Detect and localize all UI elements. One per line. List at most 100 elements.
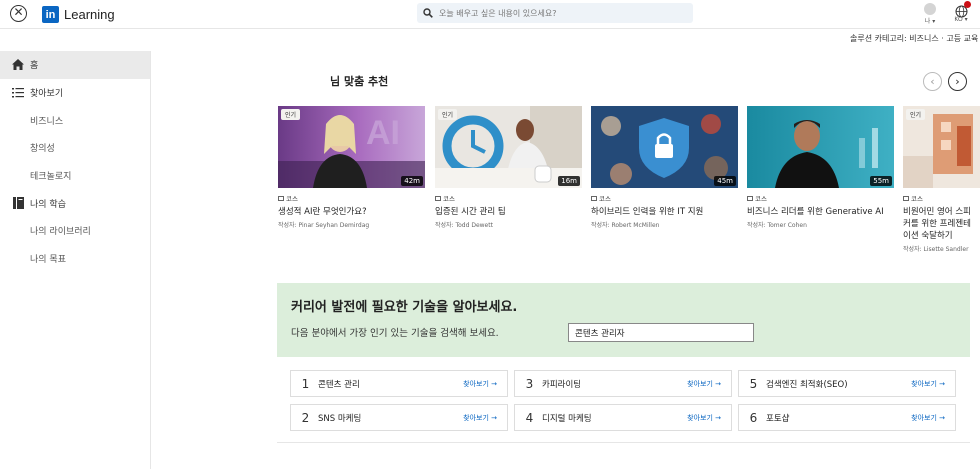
skill-item[interactable]: 2 SNS 마케팅 찾아보기 → — [290, 404, 508, 431]
duration-badge: 42m — [401, 176, 423, 186]
course-title: 하이브리드 인력을 위한 IT 지원 — [591, 207, 704, 217]
course-thumbnail: 인기 — [903, 106, 980, 188]
explore-link[interactable]: 찾아보기 → — [463, 413, 507, 423]
brand-name: Learning — [64, 7, 115, 22]
notification-badge — [963, 1, 971, 8]
course-card[interactable]: AI 인기 42m 코스 생성적 AI란 무엇인가요? 작성자: Pinar S… — [278, 106, 425, 229]
me-menu[interactable]: 나 ▾ — [915, 3, 945, 25]
skill-rank: 5 — [749, 376, 758, 391]
course-title: 입증된 시간 관리 팁 — [435, 207, 506, 217]
skill-name: 디지털 마케팅 — [542, 413, 592, 424]
skill-name: 포토샵 — [766, 413, 790, 424]
course-thumbnail: 인기 16m — [435, 106, 582, 188]
sidebar-item-creativity[interactable]: 창의성 — [0, 134, 150, 162]
carousel-prev-button[interactable]: ‹ — [923, 72, 942, 91]
duration-badge: 45m — [714, 176, 736, 186]
home-icon — [12, 59, 24, 71]
course-type: 코스 — [599, 195, 611, 203]
explore-link[interactable]: 찾아보기 → — [687, 379, 731, 389]
sidebar-item-label: 찾아보기 — [30, 89, 64, 100]
course-card[interactable]: 45m 코스 하이브리드 인력을 위한 IT 지원 작성자: Robert Mc… — [591, 106, 738, 229]
sidebar-item-label: 테크놀로지 — [30, 172, 72, 183]
course-icon — [435, 195, 441, 201]
explore-link[interactable]: 찾아보기 → — [687, 413, 731, 423]
close-icon: ✕ — [13, 5, 24, 19]
sidebar-item-label: 나의 라이브러리 — [30, 227, 91, 238]
course-card[interactable]: 인기 16m 코스 입증된 시간 관리 팁 작성자: Todd Dewett — [435, 106, 582, 229]
sidebar-item-my-learning[interactable]: 나의 학습 — [0, 189, 150, 217]
skill-rank: 6 — [749, 410, 758, 425]
sidebar-item-label: 비즈니스 — [30, 116, 64, 127]
popular-badge: 인기 — [906, 109, 926, 120]
chevron-right-icon: › — [955, 75, 960, 88]
popular-badge: 인기 — [438, 109, 458, 120]
course-thumbnail: AI 인기 42m — [278, 106, 425, 188]
skill-rank: 2 — [301, 410, 310, 425]
explore-link[interactable]: 찾아보기 → — [911, 413, 955, 423]
section-title: 님 맞춤 추천 — [330, 75, 389, 88]
carousel-next-button[interactable]: › — [948, 72, 967, 91]
sidebar: 홈 찾아보기 비즈니스 창의성 테크놀로지 나의 학습 나의 라이브러리 나의 … — [0, 51, 151, 469]
course-icon — [747, 195, 753, 201]
skill-name: 콘텐츠 관리 — [318, 379, 360, 390]
course-card[interactable]: 인기 코스 비원어민 영어 스피커를 위한 프레젠테이션 숙달하기 작성자: L… — [903, 106, 980, 253]
brand-logo[interactable]: in Learning — [42, 6, 115, 23]
category-ticker: 솔루션 카테고리: 비즈니스 · 고등 교육 — [850, 34, 979, 43]
sidebar-item-goals[interactable]: 나의 목표 — [0, 245, 150, 273]
skill-item[interactable]: 6 포토샵 찾아보기 → — [738, 404, 956, 431]
course-card[interactable]: 55m 코스 비즈니스 리더를 위한 Generative AI 작성자: To… — [747, 106, 894, 229]
me-label: 나 — [924, 18, 931, 25]
explore-link[interactable]: 찾아보기 → — [911, 379, 955, 389]
duration-badge: 55m — [870, 176, 892, 186]
skills-prompt: 다음 분야에서 가장 인기 있는 기술을 검색해 보세요. — [291, 328, 499, 339]
course-icon — [591, 195, 597, 201]
course-author: 작성자: Lisette Sandler — [903, 246, 969, 253]
skill-item[interactable]: 3 카피라이팅 찾아보기 → — [514, 370, 732, 397]
skill-item[interactable]: 5 검색엔진 최적화(SEO) 찾아보기 → — [738, 370, 956, 397]
course-type: 코스 — [755, 195, 767, 203]
sidebar-item-library[interactable]: 나의 라이브러리 — [0, 217, 150, 245]
skill-search-input[interactable] — [568, 323, 754, 342]
course-title: 비원어민 영어 스피커를 위한 프레젠테이션 숙달하기 — [903, 207, 971, 241]
skill-rank: 4 — [525, 410, 534, 425]
sidebar-item-label: 창의성 — [30, 144, 55, 155]
chevron-left-icon: ‹ — [930, 75, 935, 88]
skill-item[interactable]: 1 콘텐츠 관리 찾아보기 → — [290, 370, 508, 397]
search-input[interactable] — [439, 8, 679, 18]
explore-link[interactable]: 찾아보기 → — [463, 379, 507, 389]
skill-name: SNS 마케팅 — [318, 413, 362, 424]
skill-rank: 1 — [301, 376, 310, 391]
close-button[interactable]: ✕ — [10, 5, 27, 22]
course-author: 작성자: Pinar Seyhan Demirdag — [278, 222, 370, 229]
course-icon — [903, 195, 909, 201]
sidebar-item-browse[interactable]: 찾아보기 — [0, 79, 150, 107]
course-thumbnail: 55m — [747, 106, 894, 188]
language-menu[interactable]: KO ▾ — [948, 1, 974, 23]
course-icon — [278, 195, 284, 201]
svg-text:AI: AI — [366, 114, 400, 152]
globe-icon — [955, 1, 971, 18]
skill-name: 검색엔진 최적화(SEO) — [766, 379, 848, 390]
avatar — [924, 3, 936, 15]
divider — [277, 442, 970, 443]
course-title: 생성적 AI란 무엇인가요? — [278, 207, 367, 217]
course-type: 코스 — [911, 195, 923, 203]
search-bar[interactable] — [417, 3, 693, 23]
course-type: 코스 — [286, 195, 298, 203]
sidebar-item-business[interactable]: 비즈니스 — [0, 106, 150, 134]
sidebar-item-technology[interactable]: 테크놀로지 — [0, 162, 150, 190]
sidebar-item-home[interactable]: 홈 — [0, 51, 150, 79]
skill-rank: 3 — [525, 376, 534, 391]
course-author: 작성자: Todd Dewett — [435, 222, 493, 229]
book-icon — [12, 197, 24, 210]
sidebar-item-label: 나의 학습 — [30, 199, 66, 210]
sidebar-item-label: 홈 — [30, 61, 39, 72]
course-author: 작성자: Robert McMillen — [591, 222, 660, 229]
skills-panel: 커리어 발전에 필요한 기술을 알아보세요. 다음 분야에서 가장 인기 있는 … — [277, 283, 970, 357]
popular-badge: 인기 — [281, 109, 301, 120]
top-bar: ✕ in Learning 나 ▾ KO ▾ — [0, 0, 980, 29]
skill-item[interactable]: 4 디지털 마케팅 찾아보기 → — [514, 404, 732, 431]
course-author: 작성자: Tomer Cohen — [747, 222, 807, 229]
course-thumbnail: 45m — [591, 106, 738, 188]
list-icon — [12, 87, 24, 99]
